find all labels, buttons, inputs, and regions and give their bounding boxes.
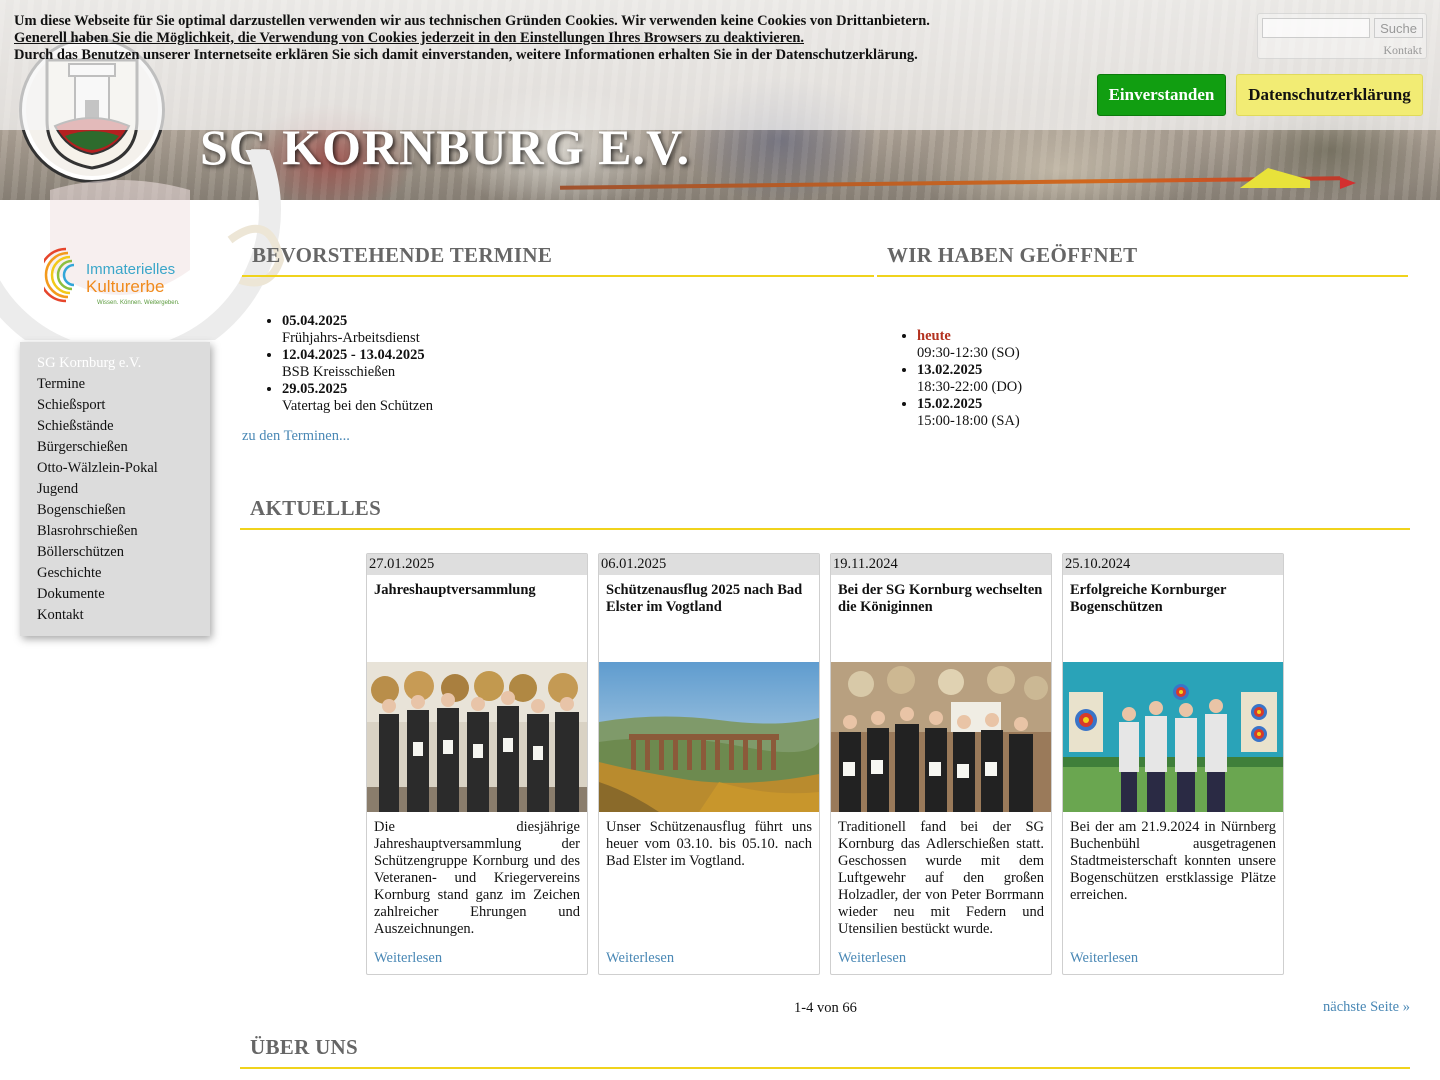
opening-time: 09:30-12:30 (SO) <box>917 345 1020 361</box>
news-teaser: Die diesjährige Jahreshauptversammlung d… <box>374 819 580 937</box>
nav-item-buergerschiessen[interactable]: Bürgerschießen <box>37 437 210 458</box>
logo-line2: Kulturerbe <box>86 277 164 296</box>
opening-hours-list: heute 09:30-12:30 (SO) 13.02.2025 18:30-… <box>877 328 1377 430</box>
main-navigation: SG Kornburg e.V. Termine Schießsport Sch… <box>20 342 210 636</box>
news-teaser: Unser Schützenausflug führt uns heuer vo… <box>606 819 812 869</box>
nav-item-blasrohrschiessen[interactable]: Blasrohrschießen <box>37 521 210 542</box>
nav-item-schiesstaende[interactable]: Schießstände <box>37 416 210 437</box>
event-date: 12.04.2025 - 13.04.2025 <box>282 347 425 363</box>
opening-day: heute <box>917 328 951 344</box>
news-image-queens-photo[interactable] <box>831 662 1051 812</box>
nav-item-dokumente[interactable]: Dokumente <box>37 584 210 605</box>
event-title: BSB Kreisschießen <box>282 364 396 380</box>
read-more-link[interactable]: Weiterlesen <box>838 950 906 967</box>
news-title[interactable]: Jahreshauptversammlung <box>374 582 582 599</box>
event-title: Vatertag bei den Schützen <box>282 398 433 414</box>
cookie-notice-text: Um diese Webseite für Sie optimal darzus… <box>14 13 930 29</box>
cookie-notice-bar: Um diese Webseite für Sie optimal darzus… <box>0 0 1440 130</box>
news-heading: AKTUELLES <box>240 496 1410 530</box>
opening-day: 13.02.2025 <box>917 362 983 378</box>
news-title[interactable]: Erfolgreiche Kornburger Bogenschützen <box>1070 582 1278 616</box>
next-page-link[interactable]: nächste Seite » <box>1323 999 1410 1016</box>
events-more-link[interactable]: zu den Terminen... <box>242 428 350 445</box>
opening-hours-heading: WIR HABEN GEÖFFNET <box>877 243 1408 277</box>
nav-item-geschichte[interactable]: Geschichte <box>37 563 210 584</box>
list-item: 05.04.2025 Frühjahrs-Arbeitsdienst <box>282 313 842 347</box>
about-heading: ÜBER UNS <box>240 1035 1410 1069</box>
list-item: 29.05.2025 Vatertag bei den Schützen <box>282 381 842 415</box>
nav-item-sg-kornburg[interactable]: SG Kornburg e.V. <box>37 353 210 374</box>
list-item: heute 09:30-12:30 (SO) <box>917 328 1377 362</box>
news-date: 19.11.2024 <box>831 554 1051 575</box>
arrow-tip-decoration <box>1340 177 1356 189</box>
events-list: 05.04.2025 Frühjahrs-Arbeitsdienst 12.04… <box>242 313 842 415</box>
nav-item-boellerschuetzen[interactable]: Böllerschützen <box>37 542 210 563</box>
news-image-viaduct[interactable] <box>599 662 819 812</box>
list-item: 12.04.2025 - 13.04.2025 BSB Kreisschieße… <box>282 347 842 381</box>
privacy-policy-button[interactable]: Datenschutzerklärung <box>1236 74 1423 116</box>
accept-cookies-button[interactable]: Einverstanden <box>1097 74 1226 116</box>
event-title: Frühjahrs-Arbeitsdienst <box>282 330 420 346</box>
nav-item-kontakt[interactable]: Kontakt <box>37 605 210 626</box>
news-teaser: Traditionell fand bei der SG Kornburg da… <box>838 819 1044 937</box>
cookie-notice-browser-text: Generell haben Sie die Möglichkeit, die … <box>14 30 805 46</box>
pagination-status: 1-4 von 66 <box>794 1000 857 1016</box>
nav-item-jugend[interactable]: Jugend <box>37 479 210 500</box>
search-widget: Suche Kontakt <box>1257 13 1427 59</box>
opening-time: 18:30-22:00 (DO) <box>917 379 1023 395</box>
nav-item-otto-waelzlein-pokal[interactable]: Otto-Wälzlein-Pokal <box>37 458 210 479</box>
arrow-decoration <box>560 176 1340 190</box>
event-date: 05.04.2025 <box>282 313 348 329</box>
news-card: 19.11.2024 Bei der SG Kornburg wechselte… <box>830 553 1052 975</box>
nav-item-schiesssport[interactable]: Schießsport <box>37 395 210 416</box>
read-more-link[interactable]: Weiterlesen <box>1070 950 1138 967</box>
nav-item-bogenschiessen[interactable]: Bogenschießen <box>37 500 210 521</box>
news-card: 06.01.2025 Schützenausflug 2025 nach Bad… <box>598 553 820 975</box>
cookie-notice-consent-text: Durch das Benutzen unserer Internetseite… <box>14 47 918 63</box>
events-heading: BEVORSTEHENDE TERMINE <box>242 243 874 277</box>
news-teaser: Bei der am 21.9.2024 in Nürnberg Buchenb… <box>1070 819 1276 903</box>
read-more-link[interactable]: Weiterlesen <box>606 950 674 967</box>
read-more-link[interactable]: Weiterlesen <box>374 950 442 967</box>
news-image-archers-photo[interactable] <box>1063 662 1283 812</box>
news-date: 25.10.2024 <box>1063 554 1283 575</box>
news-card: 27.01.2025 Jahreshauptversammlung Die di… <box>366 553 588 975</box>
list-item: 15.02.2025 15:00-18:00 (SA) <box>917 396 1377 430</box>
news-date: 27.01.2025 <box>367 554 587 575</box>
opening-time: 15:00-18:00 (SA) <box>917 413 1020 429</box>
contact-link[interactable]: Kontakt <box>1383 43 1422 58</box>
event-date: 29.05.2025 <box>282 381 348 397</box>
news-title[interactable]: Bei der SG Kornburg wechselten die König… <box>838 582 1046 616</box>
nav-item-termine[interactable]: Termine <box>37 374 210 395</box>
news-card: 25.10.2024 Erfolgreiche Kornburger Bogen… <box>1062 553 1284 975</box>
search-input[interactable] <box>1262 18 1370 38</box>
logo-line1: Immaterielles <box>86 261 175 278</box>
intangible-heritage-logo[interactable]: Immaterielles Kulturerbe Wissen. Können.… <box>38 243 184 309</box>
news-image-group-photo[interactable] <box>367 662 587 812</box>
search-button[interactable]: Suche <box>1374 18 1423 38</box>
logo-tagline: Wissen. Können. Weitergeben. <box>97 300 180 306</box>
opening-day: 15.02.2025 <box>917 396 983 412</box>
list-item: 13.02.2025 18:30-22:00 (DO) <box>917 362 1377 396</box>
news-date: 06.01.2025 <box>599 554 819 575</box>
news-title[interactable]: Schützenausflug 2025 nach Bad Elster im … <box>606 582 814 616</box>
